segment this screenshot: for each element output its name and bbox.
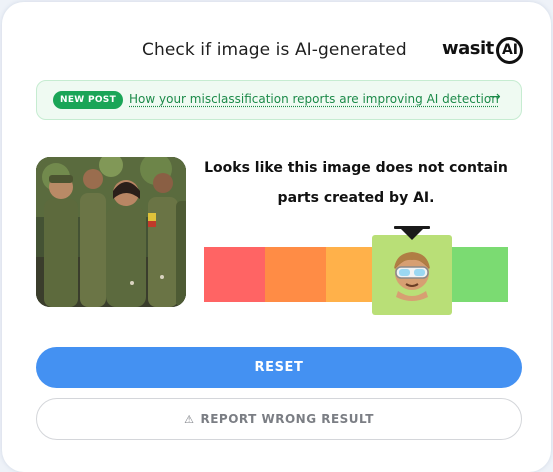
news-banner[interactable]: NEW POST How your misclassification repo… — [36, 80, 522, 120]
page-title: Check if image is AI-generated — [142, 40, 407, 60]
detector-card: Check if image is AI-generated wasit AI … — [2, 2, 551, 472]
result-message: Looks like this image does not contain p… — [204, 160, 508, 206]
logo-text: wasit — [442, 38, 494, 59]
report-label: REPORT WRONG RESULT — [200, 412, 374, 426]
scale-segment-2 — [264, 247, 326, 302]
scale-segment-1 — [204, 247, 265, 302]
reset-button[interactable]: RESET — [36, 347, 522, 388]
uploaded-photo — [36, 157, 186, 307]
ai-probability-scale — [204, 247, 508, 302]
arrow-right-icon: → — [489, 89, 501, 105]
person-figures — [44, 169, 186, 307]
report-wrong-result-button[interactable]: ⚠ REPORT WRONG RESULT — [36, 398, 522, 440]
result-indicator — [372, 235, 452, 315]
news-link[interactable]: How your misclassification reports are i… — [129, 92, 499, 106]
indicator-pointer-icon — [400, 228, 424, 240]
photo-illustration — [36, 157, 186, 307]
wasitai-logo[interactable]: wasit AI — [442, 35, 526, 65]
new-post-badge: NEW POST — [53, 91, 124, 109]
logo-badge: AI — [501, 42, 519, 58]
scale-segment-5 — [447, 247, 508, 302]
avatar-with-vr-goggles-icon — [394, 252, 430, 301]
warning-triangle-icon: ⚠ — [184, 413, 195, 426]
